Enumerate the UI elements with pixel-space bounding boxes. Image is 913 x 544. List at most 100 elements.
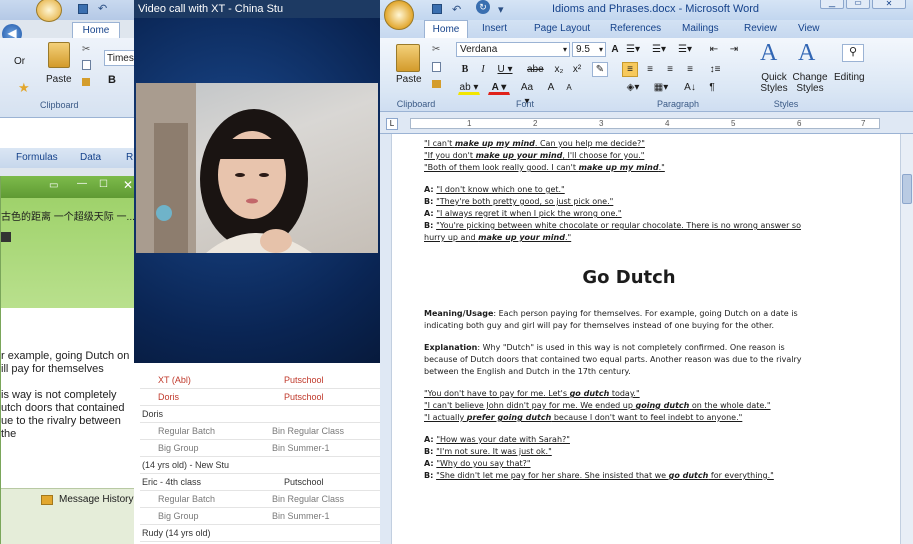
underline-icon[interactable]: U ▾ [496,62,514,77]
document-page[interactable]: "I can't make up my mind. Can you help m… [380,134,900,544]
tab-references[interactable]: References [610,20,661,38]
tab-page-layout[interactable]: Page Layout [534,20,590,38]
shrink-font-button[interactable]: A [562,80,576,95]
sort-icon[interactable]: A↓ [682,80,698,95]
office-button[interactable] [36,0,62,22]
tab-review[interactable]: Review [744,20,777,38]
close-icon[interactable]: ✕ [123,178,133,192]
strikethrough-icon[interactable]: abe [526,62,544,77]
align-right-icon[interactable]: ≡ [662,62,678,77]
redo-icon[interactable]: ↻ [476,0,490,14]
tab-insert[interactable]: Insert [482,20,507,38]
quick-styles-button[interactable]: Quick Styles [756,72,792,94]
schedule-row[interactable]: Big Group Bin Summer-1 [140,440,380,457]
font-color-icon[interactable]: A ▾ [488,80,510,95]
paste-icon[interactable] [48,42,70,68]
office-button[interactable] [384,0,414,30]
quick-styles-icon[interactable]: A [760,40,777,67]
schedule-row[interactable]: (14 yrs old) - New Stu [140,457,380,474]
tab-r[interactable]: R [126,148,133,168]
copy-icon[interactable] [432,62,441,72]
maximize-icon[interactable]: ▭ [846,0,870,9]
cut-icon[interactable]: ✂ [432,44,440,55]
ruler[interactable]: L 1 2 3 4 5 6 7 [380,112,913,134]
multilevel-list-icon[interactable]: ☰▾ [674,42,696,57]
show-paragraph-marks-icon[interactable]: ¶ [704,80,720,95]
undo-icon[interactable]: ↶ [98,2,107,15]
superscript-icon[interactable]: x² [570,62,584,77]
numbering-icon[interactable]: ☰▾ [648,42,670,57]
schedule-row[interactable]: Rudy (14 yrs old) [140,525,380,542]
font-name-box[interactable]: Times [104,50,136,66]
maximize-icon[interactable]: ☐ [99,179,108,190]
schedule-row[interactable]: Eric - 4th class Putschool [140,474,380,491]
find-binoculars-icon[interactable]: ⚲ [842,44,864,62]
italic-icon[interactable]: I [476,62,490,77]
save-icon[interactable] [78,4,88,14]
vertical-scrollbar[interactable] [900,134,913,544]
decrease-indent-icon[interactable]: ⇤ [706,42,722,57]
format-painter-icon[interactable] [432,80,441,88]
section-heading: Go Dutch [582,267,676,288]
bullets-icon[interactable]: ☰▾ [622,42,644,57]
justify-icon[interactable]: ≡ [682,62,698,77]
grow-font-icon[interactable]: A [608,42,622,57]
increase-indent-icon[interactable]: ⇥ [726,42,742,57]
chat-message-area[interactable]: r example, going Dutch on ill pay for th… [1,308,139,488]
schedule-row[interactable]: XT (Abl) Putschool [140,372,380,389]
scroll-thumb[interactable] [902,174,912,204]
tab-view[interactable]: View [798,20,820,38]
undo-icon[interactable]: ↶ [452,1,461,19]
align-center-icon[interactable]: ≡ [642,62,658,77]
document-body[interactable]: "I can't make up my mind. Can you help m… [424,134,834,482]
subscript-icon[interactable]: x₂ [552,62,566,77]
quick-access-dropdown-icon[interactable]: ▾ [498,1,504,19]
bold-button[interactable]: B [108,74,116,86]
change-styles-button[interactable]: Change Styles [790,72,830,94]
line-spacing-icon[interactable]: ↕≡ [704,62,726,77]
tab-mailings[interactable]: Mailings [682,20,719,38]
paste-icon[interactable] [396,44,420,72]
schedule-row[interactable]: Doris Putschool [140,389,380,406]
borders-icon[interactable]: ▦▾ [650,80,672,95]
editing-button[interactable]: Editing [834,72,865,83]
restore-icon[interactable]: ▭ [49,180,58,191]
save-icon[interactable] [432,4,442,14]
idiom-phrase: go dutch [569,389,610,398]
tab-formulas[interactable]: Formulas [16,148,58,168]
change-styles-icon[interactable]: A [798,40,815,67]
explanation-text: : Why "Dutch" is used in this way is not… [477,343,785,352]
clear-formatting-icon[interactable]: ✎ [592,62,608,77]
excel-tab-home[interactable]: Home [72,22,120,38]
tab-data[interactable]: Data [80,148,101,168]
change-case-icon[interactable]: Aa ▾ [516,80,538,107]
paste-button[interactable]: Paste [396,74,422,85]
bold-icon[interactable]: B [458,62,472,77]
word-window: ↶ ↻ ▾ Idioms and Phrases.docx - Microsof… [380,0,913,544]
schedule-row[interactable]: Big Group Bin Summer-1 [140,508,380,525]
highlight-icon[interactable]: ab ▾ [458,80,480,95]
font-name-box[interactable]: Verdana ▾ [456,42,570,57]
font-size-box[interactable]: 9.5 ▾ [572,42,606,57]
minimize-icon[interactable]: — [77,178,87,189]
schedule-class: Putschool [284,392,324,402]
format-painter-icon[interactable] [82,78,90,86]
schedule-row[interactable]: Regular Batch Bin Regular Class [140,491,380,508]
minimize-icon[interactable]: _ [820,0,844,9]
schedule-row[interactable]: Doris [140,406,380,423]
chevron-down-icon[interactable]: ▾ [599,43,603,56]
schedule-row[interactable]: Regular Batch Bin Regular Class [140,423,380,440]
chevron-down-icon[interactable]: ▾ [563,43,567,56]
copy-icon[interactable] [82,60,91,70]
message-history-button[interactable]: Message History [59,494,133,505]
message-history-icon[interactable] [41,495,53,505]
ruler-strip[interactable]: 1 2 3 4 5 6 7 [410,118,880,129]
grow-font-button[interactable]: A [544,80,558,95]
tab-home[interactable]: Home [424,20,468,38]
cut-icon[interactable]: ✂ [82,44,90,55]
shading-icon[interactable]: ◈▾ [622,80,644,95]
close-icon[interactable]: ✕ [872,0,906,9]
align-left-icon[interactable]: ≡ [622,62,638,77]
idiom-phrase: make up your mind [475,151,563,160]
tab-selector-icon[interactable]: L [386,118,398,130]
